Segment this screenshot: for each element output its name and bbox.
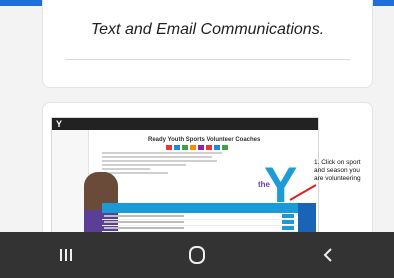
badge bbox=[182, 145, 188, 150]
table-header-bar bbox=[102, 203, 298, 213]
recent-apps-button[interactable] bbox=[36, 232, 96, 278]
badge bbox=[166, 145, 172, 150]
communications-card: Text and Email Communications. bbox=[42, 0, 373, 88]
paragraph-lines bbox=[102, 152, 222, 176]
badge bbox=[198, 145, 204, 150]
back-icon bbox=[323, 248, 333, 262]
card-title: Text and Email Communications. bbox=[90, 21, 325, 38]
screenshot-header: Y bbox=[52, 118, 318, 130]
ymca-small-logo: Y bbox=[56, 119, 63, 129]
android-nav-bar bbox=[0, 232, 394, 278]
divider bbox=[65, 59, 350, 60]
home-icon bbox=[188, 246, 205, 264]
screenshot-headline: Ready Youth Sports Volunteer Coaches bbox=[148, 137, 261, 143]
badge bbox=[214, 145, 220, 150]
instruction-image-card: Y Ready Youth Sports Volunteer Coaches t… bbox=[42, 102, 373, 244]
badge bbox=[174, 145, 180, 150]
screenshot-main: Ready Youth Sports Volunteer Coaches the bbox=[84, 130, 318, 243]
home-button[interactable] bbox=[167, 232, 227, 278]
badge bbox=[222, 145, 228, 150]
badge bbox=[190, 145, 196, 150]
color-badges bbox=[166, 145, 228, 150]
instruction-note: 1. Click on sport and season you are vol… bbox=[314, 159, 361, 182]
recent-apps-icon bbox=[59, 249, 72, 261]
embedded-screenshot: Y Ready Youth Sports Volunteer Coaches t… bbox=[51, 117, 319, 243]
badge bbox=[206, 145, 212, 150]
back-button[interactable] bbox=[298, 232, 358, 278]
